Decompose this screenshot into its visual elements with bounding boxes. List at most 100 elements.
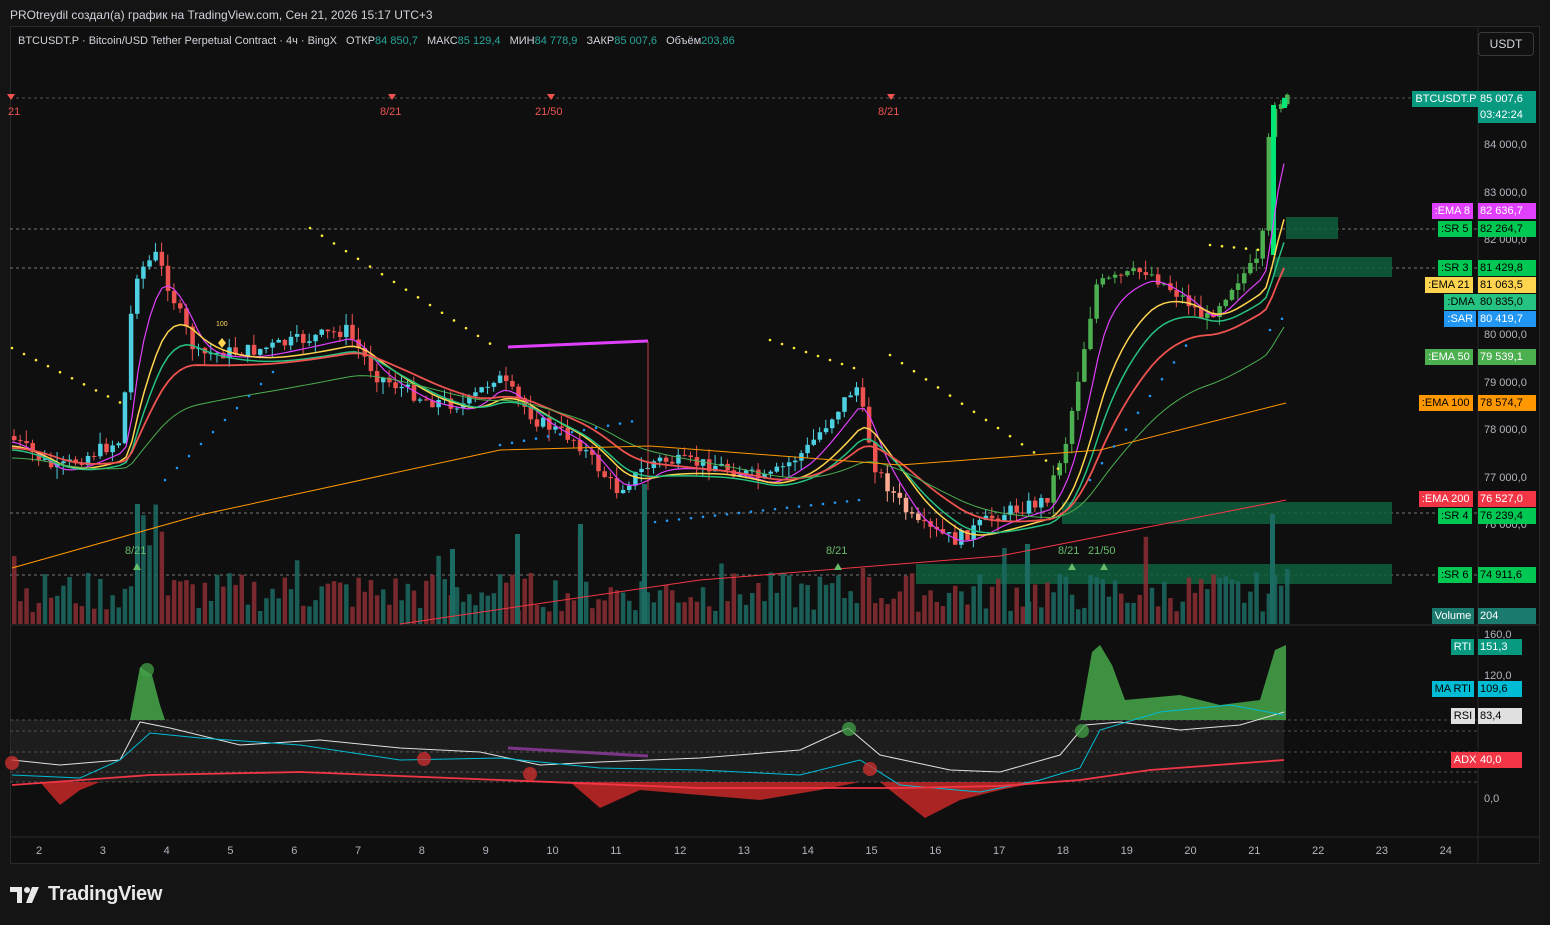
volume-bar — [450, 549, 455, 624]
symbol-name[interactable]: BTCUSDT.P · Bitcoin/USD Tether Perpetual… — [18, 35, 337, 47]
volume-bar — [1174, 611, 1179, 624]
sar-dot — [948, 394, 952, 397]
volume-bar — [731, 573, 737, 624]
volume-bar — [688, 597, 693, 624]
candle-body — [270, 342, 275, 348]
sar-dot — [1244, 247, 1248, 250]
sar-dot — [665, 519, 669, 523]
candle-body — [602, 471, 607, 478]
candle-body — [676, 454, 681, 464]
candle-body — [1242, 273, 1247, 284]
signal-dot-icon — [5, 756, 19, 770]
sar-dot — [785, 506, 789, 510]
price-tag: :SR 3 — [1438, 260, 1472, 276]
sar-dot — [630, 420, 634, 423]
sar-dot — [175, 466, 179, 470]
volume-bar — [510, 574, 515, 624]
volume-bar — [430, 575, 435, 624]
sar-dot — [1208, 243, 1212, 247]
sar-dot — [404, 288, 408, 291]
sar-dot — [1172, 361, 1176, 364]
sar-dot — [476, 334, 480, 338]
volume-bar — [553, 580, 558, 624]
volume-bar — [1082, 607, 1087, 624]
price-tag-name: :SR 6 — [1438, 567, 1472, 583]
time-axis-label: 7 — [355, 845, 362, 857]
sar-dot — [534, 437, 538, 440]
candle-body — [817, 432, 823, 440]
candle-body — [639, 468, 644, 473]
candle-body — [786, 462, 792, 467]
price-tag-value: 85 007,6 — [1478, 91, 1536, 107]
close-value: 85 007,6 — [614, 35, 658, 47]
volume-bar — [1088, 575, 1093, 624]
sar-dot — [924, 378, 928, 381]
candle-body — [1229, 289, 1235, 300]
volume-bar — [424, 580, 429, 624]
tradingview-logo[interactable]: TradingView — [10, 883, 162, 906]
volume-bar — [454, 587, 460, 624]
sar-dot — [211, 430, 215, 434]
volume-bar — [307, 606, 312, 624]
candle-body — [534, 419, 540, 427]
sar-dot — [22, 352, 26, 356]
volume-bar — [381, 589, 386, 624]
sar-dot — [510, 441, 514, 445]
candle-body — [368, 356, 374, 372]
candle-body — [540, 417, 546, 427]
sar-dot — [972, 410, 976, 414]
volume-bar — [1198, 579, 1204, 624]
candle-body — [620, 489, 626, 494]
volume-bar — [202, 582, 208, 624]
volume-bar — [251, 581, 257, 624]
sar-dot — [522, 439, 526, 443]
candle-body — [1266, 136, 1272, 231]
candle-body — [1100, 278, 1106, 285]
candle-body — [276, 339, 281, 343]
sar-dot — [1020, 442, 1024, 446]
sar-dot — [833, 501, 837, 504]
close-label: ЗАКР — [586, 35, 615, 47]
candle-body — [178, 303, 183, 309]
sar-dot — [797, 505, 801, 508]
candle-body — [288, 336, 294, 346]
candle-body — [1088, 318, 1093, 350]
volume-bar — [473, 605, 478, 624]
sar-dot — [94, 389, 98, 392]
price-tag: :EMA 200 — [1418, 491, 1473, 507]
time-axis-label: 16 — [929, 845, 942, 857]
currency-button[interactable]: USDT — [1478, 32, 1534, 56]
volume-bar — [676, 602, 681, 624]
candle-body — [866, 406, 872, 443]
volume-bar — [682, 602, 687, 624]
candle-body — [768, 471, 773, 474]
volume-bar — [928, 590, 933, 624]
sar-dot — [780, 342, 784, 346]
volume-bar — [578, 524, 583, 624]
sar-dot — [936, 386, 940, 389]
signal-dot-icon — [523, 767, 537, 781]
sar-dot — [58, 370, 62, 374]
sar-dot — [1088, 478, 1092, 482]
volume-bar — [1235, 581, 1241, 624]
volume-bar — [897, 591, 903, 624]
chart-canvas[interactable] — [0, 0, 1550, 925]
sell-triangle-icon — [7, 94, 15, 100]
volume-bar — [184, 580, 189, 624]
sr-zone — [1062, 502, 1392, 524]
buy-signal-label: 8/21 — [1058, 545, 1080, 557]
volume-bar — [879, 597, 884, 624]
volume-bar — [706, 606, 712, 624]
sar-dot — [618, 422, 622, 425]
candle-body — [1075, 381, 1081, 411]
candle-body — [141, 266, 146, 279]
volume-bar — [460, 601, 466, 624]
candle-body — [1094, 284, 1099, 319]
volume-bar — [227, 573, 232, 624]
candle-body — [688, 455, 693, 458]
candle-body — [879, 472, 884, 474]
price-tag-name: Volume — [1431, 608, 1475, 624]
volume-bar — [61, 585, 66, 624]
volume-bar — [842, 598, 847, 624]
candle-body — [614, 478, 620, 494]
